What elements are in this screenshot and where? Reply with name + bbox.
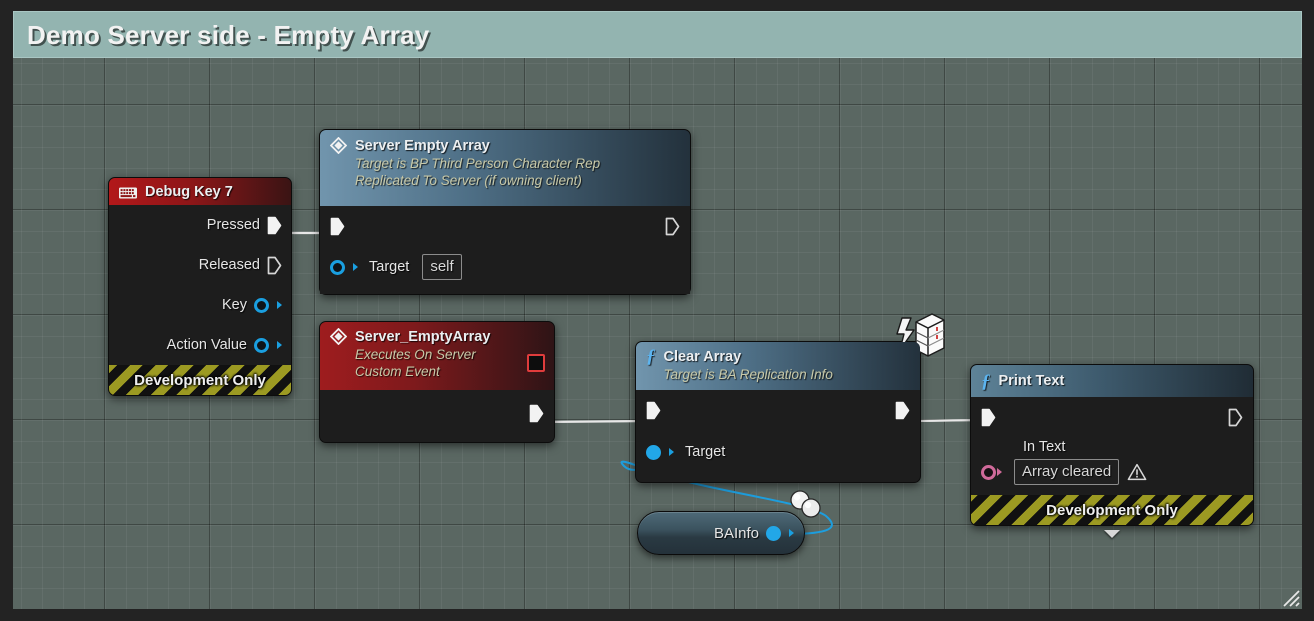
viewport-edge-top [0, 0, 1314, 11]
node-variable-get-bainfo[interactable]: BAInfo [637, 490, 821, 555]
diamond-event-icon [329, 327, 348, 346]
viewport-edge-right [1302, 0, 1314, 621]
function-icon: ƒ [981, 370, 991, 392]
blueprint-graph-canvas[interactable]: Demo Server side - Empty Array Debug Key… [0, 0, 1314, 621]
pin-row-exec[interactable] [971, 397, 1253, 437]
node-subtitle-line2: Custom Event [355, 364, 440, 379]
in-text-value-field[interactable]: Array cleared [1014, 459, 1120, 485]
object-pin-key[interactable] [254, 297, 269, 313]
red-square-icon[interactable] [527, 354, 545, 372]
pin-row-exec[interactable] [636, 390, 920, 430]
pin-arrow-target [353, 263, 358, 271]
node-debug-key-7[interactable]: Debug Key 7 Pressed Released Key Action … [108, 177, 292, 396]
node-custom-event-server-empty-array[interactable]: Server_EmptyArray Executes On Server Cus… [319, 321, 555, 443]
viewport-edge-left [0, 0, 13, 621]
exec-pin-out[interactable] [1228, 408, 1243, 427]
pin-arrow-action-value [277, 341, 282, 349]
comment-box-title: Demo Server side - Empty Array [27, 20, 430, 50]
pin-label-target: Target [685, 444, 726, 460]
node-header[interactable]: ƒ Clear Array Target is BA Replication I… [636, 342, 920, 390]
object-pin-bainfo-out[interactable] [766, 525, 781, 541]
viewport-edge-bottom [0, 609, 1314, 621]
warning-icon[interactable] [1127, 463, 1147, 481]
pin-label-action-value: Action Value [166, 337, 247, 353]
pin-row-action-value[interactable]: Action Value [109, 325, 291, 365]
pin-label-released: Released [198, 257, 260, 273]
pin-row-target[interactable]: Target self [320, 246, 690, 294]
development-only-label: Development Only [134, 371, 266, 389]
variable-label-bainfo: BAInfo [713, 524, 759, 542]
node-header[interactable]: Server_EmptyArray Executes On Server Cus… [320, 322, 554, 390]
pin-arrow-bainfo-out [789, 529, 794, 537]
node-server-empty-array[interactable]: Server Empty Array Target is BP Third Pe… [319, 129, 691, 295]
node-body: In Text Array cleared [971, 397, 1253, 495]
node-subtitle-line2: Replicated To Server (if owning client) [355, 173, 582, 188]
function-icon: ƒ [646, 346, 656, 367]
exec-pin-in[interactable] [330, 217, 345, 236]
diamond-event-icon [329, 136, 348, 155]
object-pin-action-value[interactable] [254, 337, 269, 353]
node-body [320, 390, 554, 442]
pin-label-pressed: Pressed [206, 217, 260, 233]
node-title: Clear Array [663, 349, 742, 365]
node-title: Debug Key 7 [145, 183, 233, 200]
node-title: Server_EmptyArray [355, 329, 491, 345]
target-value-field[interactable]: self [422, 254, 462, 280]
node-subtitle-line1: Target is BP Third Person Character Rep [355, 156, 601, 171]
exec-pin-released[interactable] [267, 256, 282, 275]
pin-arrow-target [669, 448, 674, 456]
node-header[interactable]: ƒ Print Text [971, 365, 1253, 397]
node-body: Target self [320, 206, 690, 294]
development-only-footer: Development Only [109, 365, 291, 395]
node-header[interactable]: Server Empty Array Target is BP Third Pe… [320, 130, 690, 206]
pin-row-target[interactable]: Target [636, 430, 920, 482]
pin-row-exec[interactable] [320, 206, 690, 246]
node-clear-array[interactable]: ƒ Clear Array Target is BA Replication I… [635, 313, 945, 483]
comment-box[interactable]: Demo Server side - Empty Array [13, 11, 1302, 58]
exec-pin-out[interactable] [895, 401, 910, 420]
pin-arrow-key [277, 301, 282, 309]
node-title: Server Empty Array [355, 138, 490, 154]
resize-grip-icon[interactable] [1278, 585, 1300, 607]
exec-pin-pressed[interactable] [267, 216, 282, 235]
keyboard-icon [119, 186, 137, 198]
node-subtitle-line1: Target is BA Replication Info [663, 367, 833, 382]
node-title: Print Text [998, 373, 1065, 389]
exec-pin-in[interactable] [981, 408, 996, 427]
pin-label-in-text: In Text [1023, 439, 1066, 455]
object-pin-target[interactable] [330, 259, 345, 275]
pin-row-in-text[interactable]: In Text Array cleared [971, 437, 1253, 495]
exec-pin-out[interactable] [529, 404, 544, 423]
node-header[interactable]: Debug Key 7 [109, 178, 291, 205]
pin-row-exec-out[interactable] [320, 390, 554, 442]
chevron-down-icon[interactable] [1104, 530, 1120, 538]
node-body: Pressed Released Key Action Value [109, 205, 291, 365]
text-pin-in-text[interactable] [981, 464, 996, 480]
pin-row-released[interactable]: Released [109, 245, 291, 285]
exec-pin-out[interactable] [665, 217, 680, 236]
exec-pin-in[interactable] [646, 401, 661, 420]
node-print-text[interactable]: ƒ Print Text In Text Array cleared Devel… [970, 364, 1254, 538]
pin-arrow-in-text [997, 468, 1002, 476]
pin-row-key[interactable]: Key [109, 285, 291, 325]
pin-label-key: Key [222, 297, 247, 313]
object-pin-target[interactable] [646, 444, 661, 460]
development-only-label: Development Only [1046, 501, 1178, 519]
pin-row-pressed[interactable]: Pressed [109, 205, 291, 245]
development-only-footer: Development Only [971, 495, 1253, 525]
pin-label-target: Target [369, 259, 410, 275]
node-body: Target [636, 390, 920, 482]
node-subtitle-line1: Executes On Server [355, 347, 476, 362]
replicated-variable-icon [782, 486, 832, 526]
